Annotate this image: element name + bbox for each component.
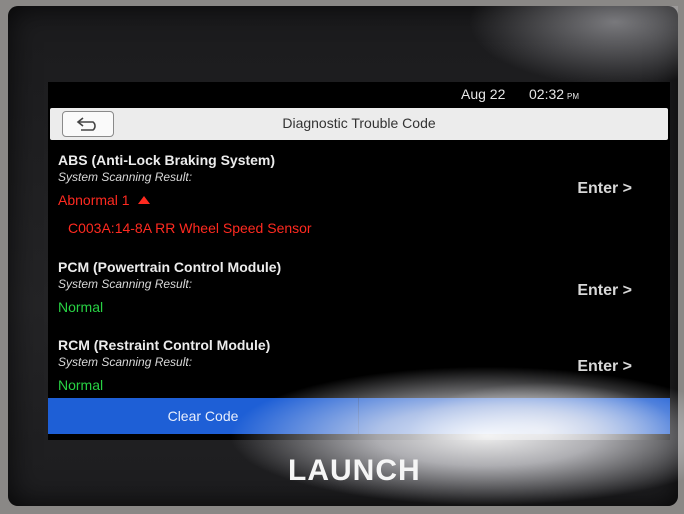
status-date: Aug 22 xyxy=(461,86,506,102)
module-name: PCM (Powertrain Control Module) xyxy=(58,259,282,275)
enter-pcm-button[interactable]: Enter > xyxy=(577,282,632,300)
dtc-entry: C003A:14-8A RR Wheel Speed Sensor xyxy=(68,220,312,236)
enter-rcm-button[interactable]: Enter > xyxy=(577,358,632,376)
status-ampm: PM xyxy=(567,92,580,101)
module-rcm: RCM (Restraint Control Module) System Sc… xyxy=(58,337,658,393)
bottom-bar-spacer xyxy=(359,398,670,434)
device-bezel: Aug 22 02:32 PM Diagnostic Trouble Code A… xyxy=(8,6,684,506)
light-glare xyxy=(468,6,678,86)
page-title: Diagnostic Trouble Code xyxy=(282,115,436,131)
status-text: Abnormal 1 xyxy=(58,192,130,208)
bottom-action-bar: Clear Code xyxy=(48,398,670,434)
module-name: RCM (Restraint Control Module) xyxy=(58,337,271,353)
scan-result-label: System Scanning Result: xyxy=(58,277,193,291)
clear-code-button[interactable]: Clear Code xyxy=(48,398,359,434)
status-normal: Normal xyxy=(58,299,104,315)
title-bar: Diagnostic Trouble Code xyxy=(50,108,668,140)
status-time-value: 02:32 xyxy=(529,86,565,102)
module-abs: ABS (Anti-Lock Braking System) System Sc… xyxy=(58,152,658,236)
triangle-up-icon xyxy=(137,196,150,204)
status-normal: Normal xyxy=(58,377,104,393)
status-bar: Aug 22 02:32 PM xyxy=(48,82,670,106)
module-name: ABS (Anti-Lock Braking System) xyxy=(58,152,276,168)
module-pcm: PCM (Powertrain Control Module) System S… xyxy=(58,259,658,315)
status-time: 02:32 PM xyxy=(529,86,579,102)
enter-abs-button[interactable]: Enter > xyxy=(577,180,632,198)
scan-result-label: System Scanning Result: xyxy=(58,355,193,369)
status-abnormal: Abnormal 1 xyxy=(58,192,658,208)
screen: Aug 22 02:32 PM Diagnostic Trouble Code A… xyxy=(48,82,670,440)
brand-logo: LAUNCH xyxy=(288,454,421,487)
scan-result-label: System Scanning Result: xyxy=(58,170,193,184)
